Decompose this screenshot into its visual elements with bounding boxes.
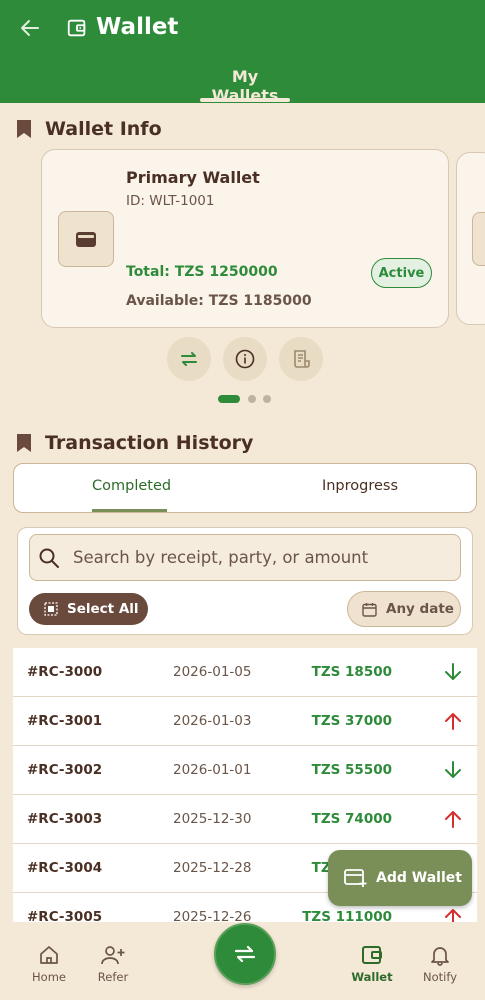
status-badge: Active xyxy=(371,258,432,288)
bookmark-icon xyxy=(17,120,31,138)
nav-notify[interactable]: Notify xyxy=(410,944,470,984)
transaction-history-title: Transaction History xyxy=(45,432,254,454)
app-bar: Wallet My Wallets xyxy=(0,0,485,105)
page-title: Wallet xyxy=(96,14,179,40)
back-arrow-icon[interactable] xyxy=(18,16,42,40)
search-icon xyxy=(39,548,59,568)
add-wallet-button[interactable]: Add Wallet xyxy=(328,850,472,906)
wallet-total: Total: TZS 1250000 xyxy=(126,264,278,280)
nav-wallet[interactable]: Wallet xyxy=(342,944,402,984)
swap-icon xyxy=(181,352,197,366)
receipt-icon xyxy=(294,350,310,368)
home-icon xyxy=(40,946,58,964)
nav-refer[interactable]: Refer xyxy=(83,944,143,984)
table-row[interactable]: #RC-3003 2025-12-30 TZS 74000 xyxy=(13,795,477,844)
nav-refer-label: Refer xyxy=(97,970,129,984)
table-row[interactable]: #RC-3000 2026-01-05 TZS 18500 xyxy=(13,648,477,697)
transaction-date: 2025-12-28 xyxy=(173,860,252,876)
tab-inprogress[interactable]: Inprogress xyxy=(310,478,410,494)
statement-button[interactable] xyxy=(279,337,323,381)
transaction-amount: TZS 55500 xyxy=(311,762,392,778)
wallet-card-icon-box xyxy=(58,211,114,267)
center-transfer-button[interactable] xyxy=(214,923,276,985)
select-all-icon xyxy=(44,602,58,616)
next-wallet-card-icon-box xyxy=(472,212,485,266)
wallet-id: ID: WLT-1001 xyxy=(126,193,215,209)
info-button[interactable] xyxy=(223,337,267,381)
transaction-date: 2025-12-30 xyxy=(173,811,252,827)
transaction-history-heading: Transaction History xyxy=(16,432,253,454)
arrow-up-icon xyxy=(445,713,461,730)
add-card-icon xyxy=(344,869,367,887)
receipt-id: #RC-3002 xyxy=(27,762,103,778)
wallet-icon xyxy=(362,946,382,964)
page-dot xyxy=(263,395,271,403)
transaction-amount: TZS 111000 xyxy=(302,909,392,922)
receipt-id: #RC-3005 xyxy=(27,909,103,922)
wallet-name: Primary Wallet xyxy=(126,168,260,187)
nav-notify-label: Notify xyxy=(423,970,457,984)
transaction-date: 2025-12-26 xyxy=(173,909,252,922)
transaction-date: 2026-01-03 xyxy=(173,713,252,729)
add-person-icon xyxy=(101,946,125,965)
search-placeholder: Search by receipt, party, or amount xyxy=(73,548,369,567)
transaction-date: 2026-01-05 xyxy=(173,664,252,680)
swap-icon xyxy=(234,945,256,963)
info-icon xyxy=(235,349,255,369)
transaction-date: 2026-01-01 xyxy=(173,762,252,778)
wallet-icon xyxy=(76,232,96,247)
receipt-id: #RC-3003 xyxy=(27,811,103,827)
select-all-label: Select All xyxy=(67,601,139,617)
receipt-id: #RC-3004 xyxy=(27,860,103,876)
table-row[interactable]: #RC-3002 2026-01-01 TZS 55500 xyxy=(13,746,477,795)
add-wallet-label: Add Wallet xyxy=(376,870,462,886)
table-row[interactable]: #RC-3001 2026-01-03 TZS 37000 xyxy=(13,697,477,746)
nav-home-label: Home xyxy=(32,970,66,984)
tab-indicator xyxy=(200,98,290,102)
receipt-id: #RC-3001 xyxy=(27,713,103,729)
date-filter-button[interactable]: Any date xyxy=(347,591,461,627)
arrow-up-icon xyxy=(445,811,461,828)
page-dot-active xyxy=(218,395,240,403)
arrow-down-icon xyxy=(445,663,461,680)
wallet-icon xyxy=(67,19,86,37)
receipt-id: #RC-3000 xyxy=(27,664,103,680)
page-dot xyxy=(248,395,256,403)
transaction-amount: TZS 74000 xyxy=(311,811,392,827)
arrow-up-icon xyxy=(445,909,461,922)
select-all-button[interactable]: Select All xyxy=(29,593,148,625)
date-filter-label: Any date xyxy=(386,601,454,617)
tab-completed[interactable]: Completed xyxy=(92,478,171,494)
calendar-icon xyxy=(362,602,377,617)
transaction-amount: TZS 37000 xyxy=(311,713,392,729)
transaction-amount: TZS 18500 xyxy=(311,664,392,680)
wallet-info-title: Wallet Info xyxy=(45,118,162,140)
wallet-info-heading: Wallet Info xyxy=(16,118,162,140)
nav-home[interactable]: Home xyxy=(19,944,79,984)
wallet-available: Available: TZS 1185000 xyxy=(126,293,312,309)
nav-wallet-label: Wallet xyxy=(351,970,393,984)
bell-icon xyxy=(431,947,449,966)
transfer-button[interactable] xyxy=(167,337,211,381)
tab-indicator xyxy=(92,509,167,512)
bookmark-icon xyxy=(17,434,31,452)
arrow-down-icon xyxy=(445,761,461,778)
